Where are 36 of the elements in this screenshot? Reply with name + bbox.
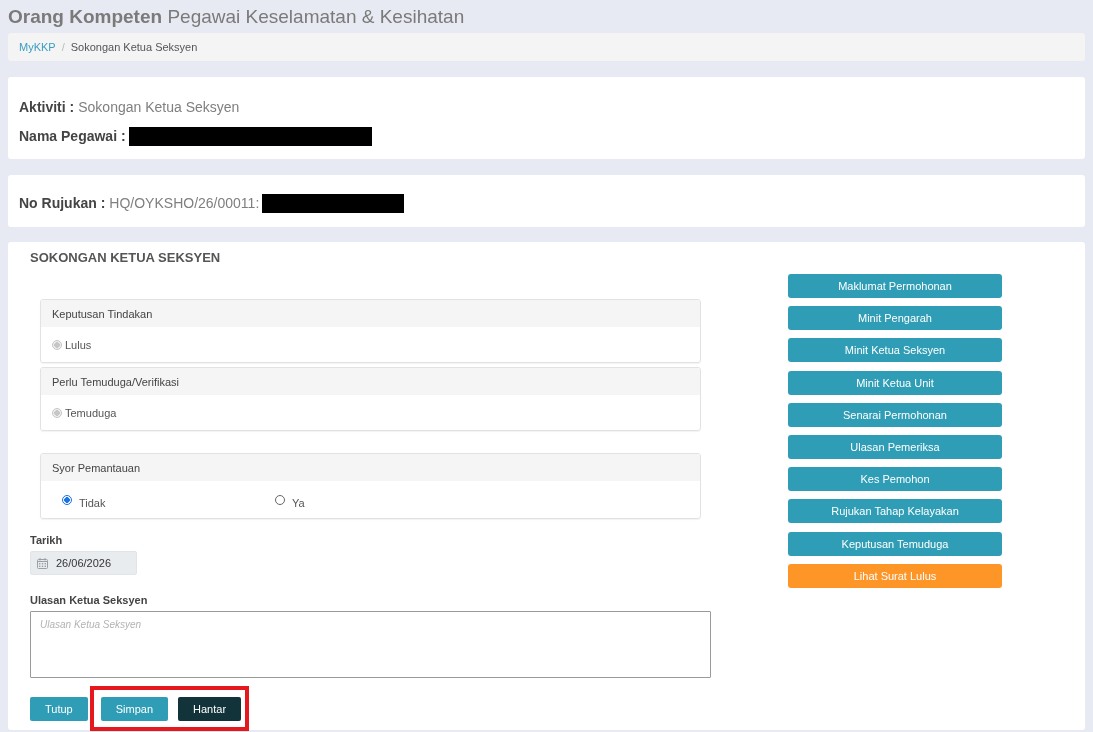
side-menu-button[interactable]: Lihat Surat Lulus — [788, 563, 1002, 588]
field-value: HQ/OYKSHO/26/00011: — [109, 194, 260, 213]
field-label: No Rujukan : — [19, 194, 106, 213]
action-button[interactable]: Hantar — [178, 697, 242, 721]
field-value: Sokongan Ketua Seksyen — [78, 98, 240, 117]
section-title: SOKONGAN KETUA SEKSYEN — [30, 250, 221, 266]
side-menu-button[interactable]: Rujukan Tahap Kelayakan — [788, 499, 1002, 524]
side-menu-button[interactable]: Kes Pemohon — [788, 467, 1002, 492]
panel-header: Keputusan Tindakan — [41, 300, 700, 327]
field-label: Tarikh — [30, 533, 63, 547]
side-menu-button[interactable]: Maklumat Permohonan — [788, 274, 1002, 298]
side-menu-button[interactable]: Keputusan Temuduga — [788, 531, 1002, 556]
radio-button[interactable] — [62, 494, 72, 505]
page-title: Orang Kompeten Pegawai Keselamatan & Kesihatan — [8, 5, 465, 28]
side-menu-button[interactable]: Minit Ketua Unit — [788, 370, 1002, 395]
side-menu-button[interactable]: Ulasan Pemeriksa — [788, 434, 1002, 459]
panel-header: Perlu Temuduga/Verifikasi — [41, 368, 700, 395]
radio-label: Temuduga — [65, 406, 117, 419]
action-button[interactable]: Simpan — [100, 697, 169, 721]
breadcrumb-link[interactable]: MyKKP — [19, 41, 56, 53]
radio-label: Lulus — [65, 338, 92, 351]
breadcrumb-separator: / — [61, 41, 65, 53]
side-menu-button[interactable]: Minit Pengarah — [788, 306, 1002, 331]
breadcrumb-current: Sokongan Ketua Seksyen — [70, 41, 198, 53]
comment-textarea[interactable]: Ulasan Ketua Seksyen — [30, 611, 711, 678]
action-button[interactable]: Tutup — [30, 696, 88, 721]
radio-label: Tidak — [79, 496, 106, 509]
side-menu-button[interactable]: Minit Ketua Seksyen — [788, 338, 1002, 363]
field-label: Nama Pegawai : — [19, 127, 126, 146]
radio-label: Ya — [292, 496, 305, 509]
field-label: Ulasan Ketua Seksyen — [30, 593, 148, 607]
calendar-icon — [37, 557, 48, 569]
panel-header: Syor Pemantauan — [41, 454, 700, 481]
radio-button[interactable] — [275, 494, 285, 505]
side-menu-button[interactable]: Senarai Permohonan — [788, 402, 1002, 427]
field-label: Aktiviti : — [19, 98, 75, 117]
